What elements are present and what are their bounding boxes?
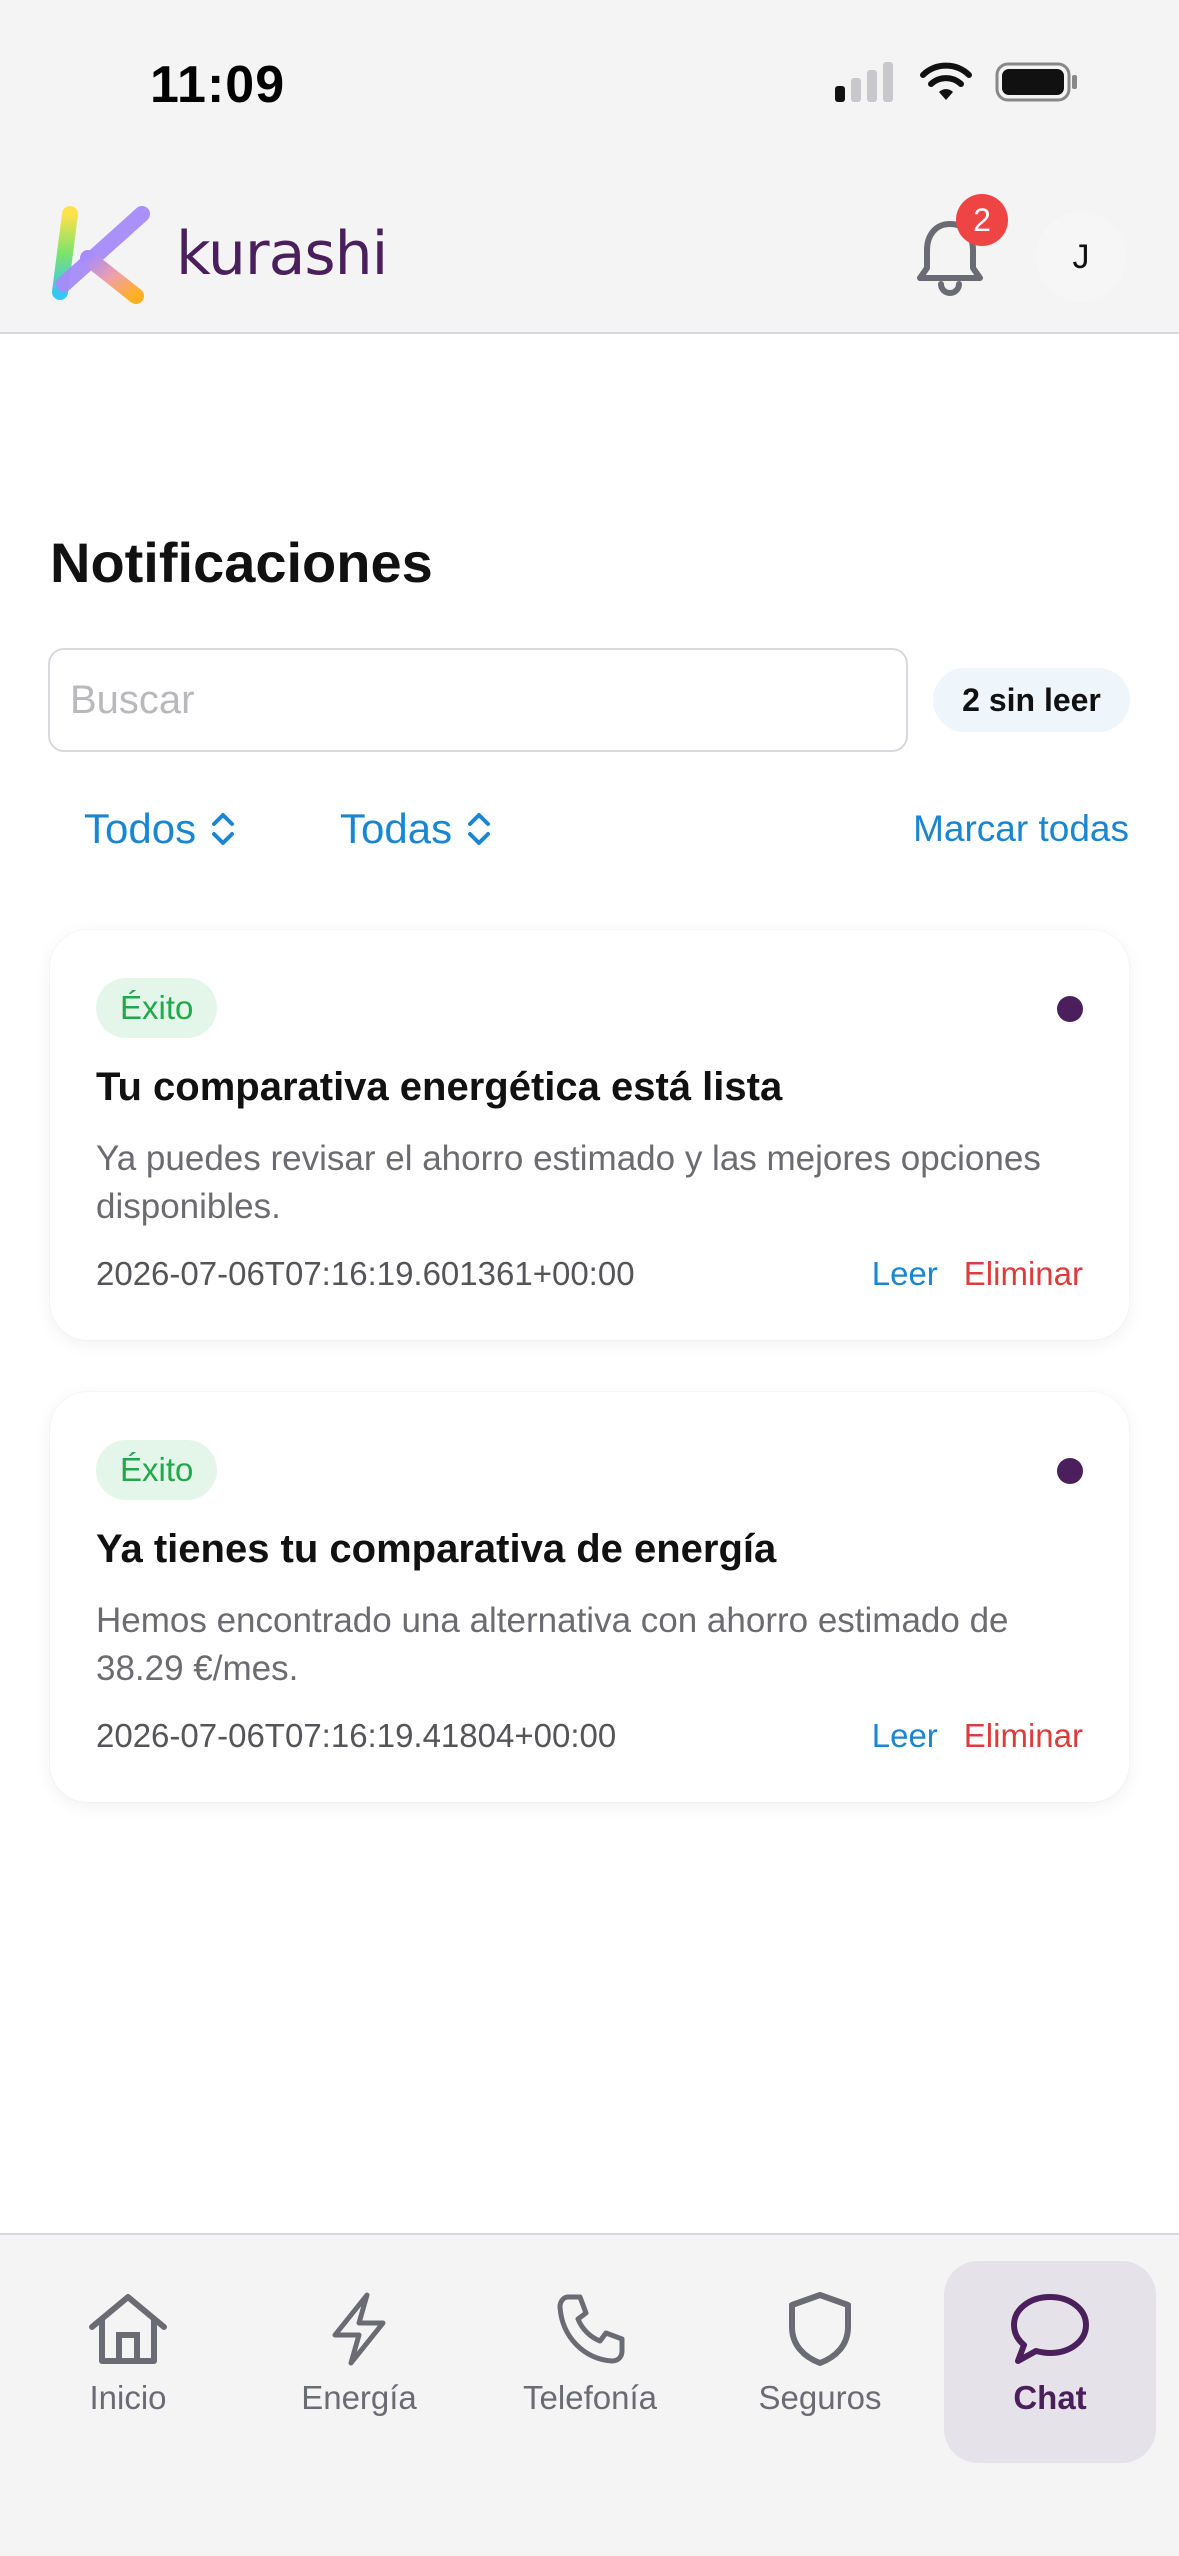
- notification-actions: Leer Eliminar: [872, 1255, 1083, 1293]
- nav-item-chat[interactable]: Chat: [944, 2261, 1156, 2463]
- phone-icon: [557, 2294, 625, 2364]
- filter-category-select[interactable]: Todas: [340, 805, 492, 853]
- notification-body: Ya puedes revisar el ahorro estimado y l…: [96, 1139, 1041, 1226]
- bottom-nav: Inicio Energía Telefonía Seguros Chat: [0, 2233, 1179, 2556]
- page-title: Notificaciones: [50, 531, 433, 594]
- wifi-icon: [920, 62, 972, 100]
- nav-label: Chat: [1013, 2379, 1087, 2416]
- notification-count-badge: 2: [956, 194, 1008, 246]
- nav-label: Telefonía: [523, 2379, 657, 2416]
- delete-button[interactable]: Eliminar: [964, 1717, 1083, 1755]
- brand-name: kurashi: [176, 219, 388, 289]
- chat-bubble-icon: [1011, 2294, 1089, 2364]
- notification-title: Ya tienes tu comparativa de energía: [96, 1527, 777, 1571]
- search-input[interactable]: [48, 648, 908, 752]
- kurashi-logo[interactable]: kurashi: [46, 200, 388, 308]
- status-time: 11:09: [150, 56, 286, 114]
- notification-card[interactable]: Éxito Ya tienes tu comparativa de energí…: [50, 1392, 1129, 1802]
- nav-item-telefonia[interactable]: Telefonía: [484, 2261, 696, 2463]
- shield-icon: [789, 2292, 851, 2366]
- app-header: kurashi 2 J: [0, 170, 1179, 334]
- unread-count-badge: 2 sin leer: [933, 668, 1130, 732]
- chevron-up-down-icon: [468, 813, 491, 845]
- nav-label: Seguros: [758, 2379, 882, 2416]
- filter-category-label: Todas: [340, 805, 453, 852]
- read-button[interactable]: Leer: [872, 1717, 938, 1755]
- nav-item-inicio[interactable]: Inicio: [22, 2261, 234, 2463]
- cellular-signal-icon: [835, 62, 893, 102]
- filter-type-select[interactable]: Todos: [84, 805, 236, 853]
- unread-indicator: [1057, 996, 1083, 1022]
- notification-body: Hemos encontrado una alternativa con aho…: [96, 1601, 1009, 1688]
- chevron-up-down-icon: [212, 813, 235, 845]
- delete-button[interactable]: Eliminar: [964, 1255, 1083, 1293]
- status-tag: Éxito: [96, 1440, 218, 1500]
- mark-all-read-button[interactable]: Marcar todas: [913, 808, 1129, 850]
- filter-type-label: Todos: [84, 805, 197, 852]
- notification-title: Tu comparativa energética está lista: [96, 1065, 783, 1109]
- nav-label: Inicio: [89, 2379, 167, 2416]
- home-icon: [89, 2294, 167, 2364]
- nav-label: Energía: [301, 2379, 417, 2416]
- bolt-icon: [332, 2292, 386, 2366]
- notification-card[interactable]: Éxito Tu comparativa energética está lis…: [50, 930, 1129, 1340]
- notification-timestamp: 2026-07-06T07:16:19.41804+00:00: [96, 1717, 617, 1754]
- status-icons: [835, 62, 1079, 102]
- status-tag: Éxito: [96, 978, 218, 1038]
- nav-item-seguros[interactable]: Seguros: [714, 2261, 926, 2463]
- avatar[interactable]: J: [1036, 212, 1126, 302]
- notification-timestamp: 2026-07-06T07:16:19.601361+00:00: [96, 1255, 635, 1292]
- notification-actions: Leer Eliminar: [872, 1717, 1083, 1755]
- kurashi-k-logo-icon: [52, 206, 150, 304]
- nav-item-energia[interactable]: Energía: [253, 2261, 465, 2463]
- status-bar: 11:09: [0, 0, 1179, 170]
- battery-icon: [995, 62, 1077, 102]
- unread-indicator: [1057, 1458, 1083, 1484]
- read-button[interactable]: Leer: [872, 1255, 938, 1293]
